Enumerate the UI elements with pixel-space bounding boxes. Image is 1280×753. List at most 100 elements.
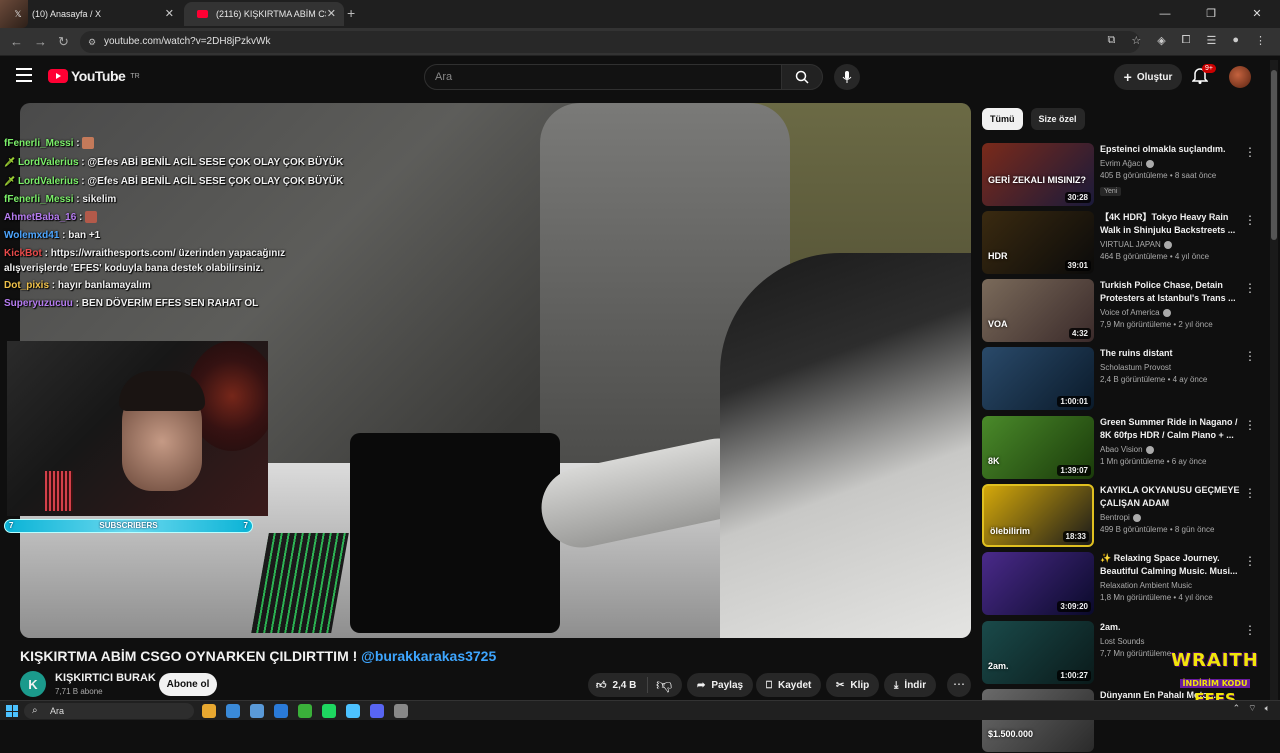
forward-button[interactable]: → <box>34 34 47 49</box>
youtube-logo[interactable]: YouTube TR <box>48 68 140 84</box>
like-button[interactable]: 👍︎ 2,4 B <box>588 677 648 693</box>
windows-start-icon[interactable] <box>6 705 18 717</box>
view-count: 1 Mn görüntüleme <box>1100 457 1165 466</box>
video-title[interactable]: 【4K HDR】Tokyo Heavy Rain Walk in Shinjuk… <box>1100 211 1240 237</box>
bookmark-star-icon[interactable]: ☆ <box>1131 34 1141 47</box>
channel-avatar[interactable]: K <box>20 671 46 697</box>
taskbar-app-icon[interactable] <box>394 704 408 718</box>
close-tab-icon[interactable]: ✕ <box>327 7 336 20</box>
video-title[interactable]: ✨ Relaxing Space Journey. Beautiful Calm… <box>1100 552 1240 578</box>
more-options-icon[interactable]: ⋮ <box>1244 486 1256 500</box>
site-info-icon[interactable]: ⚙ <box>88 31 96 53</box>
save-button[interactable]: ⎕ Kaydet <box>756 673 822 697</box>
recommended-video[interactable]: ölebilirim 18:33 KAYIKLA OKYANUSU GEÇMEYE … <box>982 484 1262 548</box>
video-thumbnail[interactable]: 8K 1:39:07 <box>982 416 1094 479</box>
search-button[interactable] <box>781 64 823 90</box>
new-tab-button[interactable]: + <box>347 5 355 21</box>
taskbar-app-icon[interactable] <box>250 704 264 718</box>
taskbar-app-icon[interactable] <box>202 704 216 718</box>
more-options-icon[interactable]: ⋮ <box>1244 145 1256 159</box>
recommended-video[interactable]: HDR 39:01 【4K HDR】Tokyo Heavy Rain Walk in… <box>982 211 1262 275</box>
more-options-icon[interactable]: ⋮ <box>1244 554 1256 568</box>
maximize-button[interactable]: ❐ <box>1188 0 1234 28</box>
install-icon[interactable]: ⧉ <box>1107 34 1115 47</box>
video-title[interactable]: Turkish Police Chase, Detain Protesters … <box>1100 279 1240 305</box>
menu-kebab-icon[interactable]: ⋮ <box>1255 34 1266 47</box>
more-options-icon[interactable]: ⋮ <box>1244 281 1256 295</box>
more-options-icon[interactable]: ⋮ <box>1244 623 1256 637</box>
share-button[interactable]: ➦ Paylaş <box>687 673 754 697</box>
scrollbar-thumb[interactable] <box>1271 70 1277 240</box>
download-button[interactable]: ⤓ İndir <box>884 673 937 697</box>
taskbar-app-icon[interactable] <box>274 704 288 718</box>
network-icon[interactable]: ⌔ <box>1248 703 1256 714</box>
reload-button[interactable]: ↻ <box>58 34 69 50</box>
channel-name[interactable]: VIRTUAL JAPAN <box>1100 240 1240 249</box>
taskbar-app-icon[interactable] <box>322 704 336 718</box>
video-thumbnail[interactable]: ölebilirim 18:33 <box>982 484 1094 547</box>
dislike-button[interactable]: 👎︎ <box>648 676 672 695</box>
extension-icon[interactable]: ◈ <box>1157 34 1165 47</box>
channel-name[interactable]: Relaxation Ambient Music <box>1100 581 1240 590</box>
taskbar-app-icon[interactable] <box>298 704 312 718</box>
chat-message: Dot_pixis : hayır banlamayalım <box>4 280 151 291</box>
taskbar-app-icon[interactable] <box>370 704 384 718</box>
notifications-button[interactable]: 9+ <box>1191 64 1216 88</box>
more-options-icon[interactable]: ⋮ <box>1244 418 1256 432</box>
tab-youtube[interactable]: (2116) KIŞKIRTMA ABİM CSGO ✕ <box>184 2 344 26</box>
taskbar-search[interactable]: ⌕ Ara <box>24 703 194 719</box>
search-input[interactable]: Ara <box>424 64 782 90</box>
channel-name[interactable]: Lost Sounds <box>1100 637 1240 646</box>
back-button[interactable]: ← <box>10 34 23 49</box>
channel-name[interactable]: Evrim Ağacı <box>1100 159 1240 168</box>
more-options-icon[interactable]: ⋮ <box>1244 213 1256 227</box>
puzzle-icon[interactable]: ⧠ <box>1182 34 1191 47</box>
video-title[interactable]: KAYIKLA OKYANUSU GEÇMEYE ÇALIŞAN ADAM <box>1100 484 1240 510</box>
taskbar-app-icon[interactable] <box>346 704 360 718</box>
video-thumbnail[interactable]: 3:09:20 <box>982 552 1094 615</box>
hamburger-menu-icon[interactable] <box>16 68 32 82</box>
voice-search-button[interactable] <box>834 64 860 90</box>
channel-name[interactable]: Bentropi <box>1100 513 1240 522</box>
recommended-video[interactable]: GERİ ZEKALI MISINIZ? 30:28 Epsteinci olmak… <box>982 143 1262 207</box>
recommended-video[interactable]: 1:00:01 The ruins distant Scholastum Provo… <box>982 347 1262 411</box>
video-stats: 405 B görüntüleme • 8 saat önce <box>1100 171 1217 180</box>
video-title[interactable]: Epsteinci olmakla suçlandım. <box>1100 143 1240 156</box>
close-tab-icon[interactable]: ✕ <box>165 7 174 20</box>
video-title[interactable]: The ruins distant <box>1100 347 1240 360</box>
create-button[interactable]: + Oluştur <box>1114 64 1182 90</box>
reading-list-icon[interactable]: ☰ <box>1206 34 1216 47</box>
subscribe-button[interactable]: Abone ol <box>159 673 217 696</box>
volume-icon[interactable]: 🔈︎ <box>1265 703 1270 714</box>
chip-for-you[interactable]: Size özel <box>1030 108 1085 130</box>
video-thumbnail[interactable]: GERİ ZEKALI MISINIZ? 30:28 <box>982 143 1094 206</box>
minimize-button[interactable]: — <box>1142 0 1188 28</box>
mention-link[interactable]: @burakkarakas3725 <box>361 648 496 664</box>
recommended-video[interactable]: VOA 4:32 Turkish Police Chase, Detain Prot… <box>982 279 1262 343</box>
video-title[interactable]: Green Summer Ride in Nagano / 8K 60fps H… <box>1100 416 1240 442</box>
chip-all[interactable]: Tümü <box>982 108 1023 130</box>
channel-name[interactable]: Abao Vision <box>1100 445 1240 454</box>
channel-name[interactable]: Voice of America <box>1100 308 1240 317</box>
recommended-video[interactable]: 3:09:20 ✨ Relaxing Space Journey. Beautif… <box>982 552 1262 616</box>
close-window-button[interactable]: ✕ <box>1234 0 1280 28</box>
recommended-video[interactable]: 8K 1:39:07 Green Summer Ride in Nagano / 8… <box>982 416 1262 480</box>
channel-name[interactable]: KIŞKIRTICI BURAK <box>55 672 156 684</box>
more-options-icon[interactable]: ⋮ <box>1244 349 1256 363</box>
url-field[interactable]: ⚙ youtube.com/watch?v=2DH8jPzkvWk <box>80 31 1140 53</box>
more-actions-button[interactable]: ⋯ <box>947 673 971 697</box>
taskbar-app-icon[interactable] <box>226 704 240 718</box>
account-icon[interactable]: ● <box>1232 34 1239 47</box>
page-scrollbar[interactable] <box>1270 60 1278 700</box>
video-thumbnail[interactable]: 2am. 1:00:27 <box>982 621 1094 684</box>
video-thumbnail[interactable]: 1:00:01 <box>982 347 1094 410</box>
video-thumbnail[interactable]: $1.500.000 <box>982 689 1094 752</box>
user-avatar[interactable] <box>1229 66 1251 88</box>
video-thumbnail[interactable]: HDR 39:01 <box>982 211 1094 274</box>
clip-button[interactable]: ✂ Klip <box>826 673 880 697</box>
video-thumbnail[interactable]: VOA 4:32 <box>982 279 1094 342</box>
tab-x[interactable]: 𝕏 (10) Anasayfa / X ✕ <box>0 2 182 26</box>
video-title[interactable]: 2am. <box>1100 621 1240 634</box>
channel-name[interactable]: Scholastum Provost <box>1100 363 1240 372</box>
tray-chevron-icon[interactable]: ⌃ <box>1233 703 1241 714</box>
